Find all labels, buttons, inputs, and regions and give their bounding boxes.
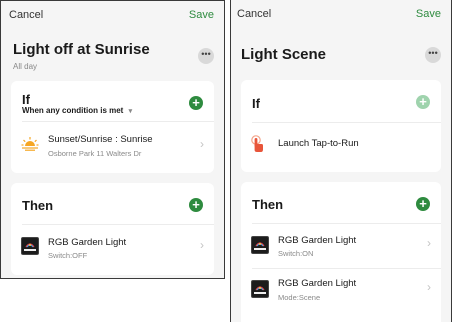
divider — [252, 122, 441, 123]
action-row-rgb-light[interactable]: RGB Garden Light Switch:OFF › — [11, 228, 214, 268]
divider — [252, 268, 441, 269]
condition-title: Launch Tap-to-Run — [278, 138, 359, 149]
action-state: Switch:OFF — [48, 251, 88, 260]
action-row-rgb-light[interactable]: RGB Garden Light Mode:Scene › — [241, 270, 441, 310]
condition-selector[interactable]: When any condition is met ▾ — [22, 106, 132, 115]
condition-title: Sunset/Sunrise : Sunrise — [48, 134, 153, 145]
automation-editor-left: Cancel Save Light off at Sunrise All day… — [0, 0, 225, 279]
chevron-right-icon: › — [427, 236, 431, 250]
action-title: RGB Garden Light — [278, 278, 357, 289]
action-state: Mode:Scene — [278, 293, 321, 302]
cancel-button[interactable]: Cancel — [237, 8, 271, 20]
page-title[interactable]: Light off at Sunrise — [13, 41, 150, 58]
if-card: If When any condition is met ▾ + Sunset/… — [11, 81, 214, 173]
condition-row-tap-to-run[interactable]: Launch Tap-to-Run — [241, 124, 441, 164]
more-options-button[interactable]: ••• — [198, 48, 214, 64]
action-state: Switch:ON — [278, 249, 314, 258]
action-title: RGB Garden Light — [278, 235, 357, 246]
if-heading: If — [22, 92, 30, 107]
tap-hand-icon — [250, 135, 266, 158]
divider — [22, 224, 214, 225]
divider — [22, 121, 214, 122]
add-condition-button[interactable]: + — [189, 96, 203, 110]
then-card: Then + RGB Garden Light Switch:OFF › — [11, 183, 214, 275]
top-bar: Cancel Save — [231, 0, 451, 28]
rgb-light-device-icon — [251, 280, 269, 298]
save-button[interactable]: Save — [416, 8, 441, 20]
rgb-light-device-icon — [251, 236, 269, 254]
add-action-button[interactable]: + — [416, 197, 430, 211]
add-action-button[interactable]: + — [189, 198, 203, 212]
then-heading: Then — [252, 197, 284, 212]
chevron-right-icon: › — [427, 280, 431, 294]
chevron-right-icon: › — [200, 137, 204, 151]
if-card: If + Launch Tap-to-Run — [241, 80, 441, 172]
cancel-button[interactable]: Cancel — [9, 9, 43, 21]
save-button[interactable]: Save — [189, 9, 214, 21]
rgb-light-device-icon — [21, 237, 39, 255]
add-condition-button[interactable]: + — [416, 95, 430, 109]
schedule-subtitle[interactable]: All day — [13, 62, 37, 71]
then-heading: Then — [22, 198, 54, 213]
divider — [252, 223, 441, 224]
automation-editor-right: Cancel Save Light Scene ••• If + Launch … — [230, 0, 452, 322]
then-card: Then + RGB Garden Light Switch:ON › RGB … — [241, 182, 441, 322]
sunrise-icon — [21, 137, 39, 156]
action-title: RGB Garden Light — [48, 237, 127, 248]
if-heading: If — [252, 96, 260, 111]
condition-row-sunrise[interactable]: Sunset/Sunrise : Sunrise Osborne Park 11… — [11, 125, 214, 165]
condition-label: When any condition is met — [22, 106, 124, 115]
more-options-button[interactable]: ••• — [425, 47, 441, 63]
chevron-right-icon: › — [200, 238, 204, 252]
chevron-down-icon: ▾ — [128, 108, 133, 115]
action-row-rgb-light[interactable]: RGB Garden Light Switch:ON › — [241, 226, 441, 266]
top-bar: Cancel Save — [1, 1, 224, 29]
condition-location: Osborne Park 11 Walters Dr — [48, 149, 142, 158]
page-title[interactable]: Light Scene — [241, 46, 326, 63]
